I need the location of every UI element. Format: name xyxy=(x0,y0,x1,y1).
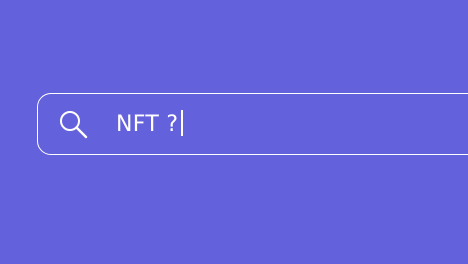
search-bar[interactable]: NFT ? xyxy=(37,93,468,155)
search-icon[interactable] xyxy=(58,109,90,141)
text-caret xyxy=(181,110,183,136)
search-input[interactable]: NFT ? xyxy=(116,94,183,156)
search-query-text: NFT ? xyxy=(116,112,179,137)
